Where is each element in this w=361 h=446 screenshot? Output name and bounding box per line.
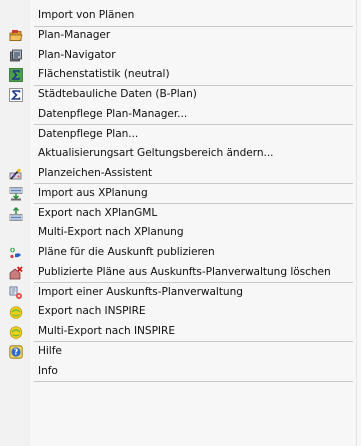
folder-icon	[9, 29, 23, 41]
menu-item-import-aus-xplanung[interactable]: Import aus XPlanung	[0, 184, 361, 204]
menu-item-label: Flächenstatistik (neutral)	[38, 68, 170, 81]
menu-item-label: Datenpflege Plan-Manager...	[38, 107, 188, 120]
menu-item-hilfe[interactable]: ? Hilfe	[0, 342, 361, 362]
svg-text:?: ?	[14, 347, 18, 356]
menu-item-datenpflege-plan[interactable]: Datenpflege Plan...	[0, 125, 361, 145]
menu-item-plan-navigator[interactable]: Plan-Navigator	[0, 46, 361, 66]
menu-item-export-nach-xplangml[interactable]: Export nach XPlanGML	[0, 204, 361, 224]
sigma-statistics-icon	[9, 68, 23, 83]
menu-item-label: Aktualisierungsart Geltungsbereich änder…	[38, 147, 274, 160]
magic-wand-icon	[9, 168, 22, 180]
xplan-export-icon	[9, 206, 23, 221]
menu-item-label: Import einer Auskunfts-Planverwaltung	[38, 285, 243, 298]
menu-item-plan-manager[interactable]: Plan-Manager	[0, 26, 361, 46]
menu-item-label: Publizierte Pläne aus Auskunfts-Planverw…	[38, 265, 331, 278]
publish-icon	[10, 247, 21, 259]
plan-navigator-icon	[10, 49, 22, 61]
menu-item-label: Export nach INSPIRE	[38, 305, 146, 318]
menu-item-datenpflege-plan-manager[interactable]: Datenpflege Plan-Manager...	[0, 105, 361, 125]
menu-item-multi-export-inspire[interactable]: Multi-Export nach INSPIRE	[0, 322, 361, 342]
context-menu: Import von Plänen Plan-Manager Plan-Navi…	[0, 0, 361, 446]
menu-item-label: Planzeichen-Assistent	[38, 167, 153, 179]
inspire-icon	[9, 326, 23, 339]
menu-item-plaene-publizieren[interactable]: Pläne für die Auskunft publizieren	[0, 243, 361, 263]
menu-item-label: Pläne für die Auskunft publizieren	[38, 246, 215, 258]
menu-items: Import von Plänen Plan-Manager Plan-Navi…	[0, 6, 361, 382]
menu-item-import-auskunfts-planverwaltung[interactable]: Import einer Auskunfts-Planverwaltung	[0, 283, 361, 303]
menu-item-label: Import aus XPlanung	[38, 186, 148, 199]
menu-item-label: Plan-Navigator	[38, 48, 116, 61]
menu-item-export-nach-inspire[interactable]: Export nach INSPIRE	[0, 302, 361, 322]
menu-item-import-von-plaenen[interactable]: Import von Plänen	[0, 6, 361, 26]
delete-published-icon	[9, 266, 23, 280]
menu-item-flaechenstatistik[interactable]: Flächenstatistik (neutral)	[0, 65, 361, 85]
inspire-icon	[9, 306, 23, 319]
menu-item-label: Import von Plänen	[38, 9, 135, 21]
menu-item-label: Hilfe	[38, 344, 62, 357]
menu-item-publizierte-plaene-loeschen[interactable]: Publizierte Pläne aus Auskunfts-Planverw…	[0, 263, 361, 283]
import-management-icon	[9, 286, 22, 299]
menu-item-label: Info	[38, 364, 58, 377]
xplan-import-icon	[9, 186, 23, 201]
menu-item-label: Datenpflege Plan...	[38, 127, 139, 140]
menu-item-staedtebauliche-daten[interactable]: Städtebauliche Daten (B-Plan)	[0, 85, 361, 105]
menu-item-multi-export-xplanung[interactable]: Multi-Export nach XPlanung	[0, 223, 361, 243]
menu-item-label: Export nach XPlanGML	[38, 206, 158, 219]
help-icon: ?	[9, 345, 23, 359]
menu-item-label: Plan-Manager	[38, 28, 111, 41]
menu-item-planzeichen-assistent[interactable]: Planzeichen-Assistent	[0, 164, 361, 184]
menu-item-aktualisierungsart[interactable]: Aktualisierungsart Geltungsbereich änder…	[0, 144, 361, 164]
menu-item-info[interactable]: Info	[0, 362, 361, 382]
sigma-document-icon	[9, 88, 23, 102]
menu-item-label: Multi-Export nach XPlanung	[38, 226, 184, 239]
menu-item-label: Städtebauliche Daten (B-Plan)	[38, 88, 197, 100]
menu-item-label: Multi-Export nach INSPIRE	[38, 325, 175, 337]
